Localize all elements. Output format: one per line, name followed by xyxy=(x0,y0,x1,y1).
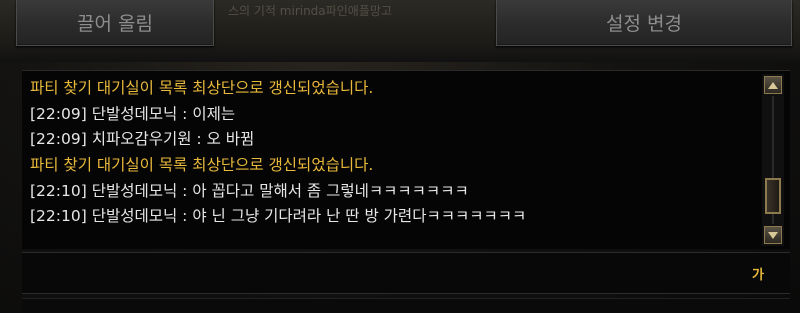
scroll-thumb[interactable] xyxy=(765,178,781,214)
chat-message: [22:09] 단발성데모닉 : 이제는 xyxy=(30,104,236,123)
chat-input[interactable] xyxy=(30,259,734,289)
bump-up-button[interactable]: 끌어 올림 xyxy=(16,0,214,46)
triangle-down-icon xyxy=(768,231,778,239)
chat-log[interactable]: 파티 찾기 대기실이 목록 최상단으로 갱신되었습니다. [22:09] 단발성데… xyxy=(30,76,758,244)
system-message: 파티 찾기 대기실이 목록 최상단으로 갱신되었습니다. xyxy=(30,156,374,175)
triangle-up-icon xyxy=(768,81,778,89)
chat-input-row: 가 xyxy=(22,252,790,294)
ime-mode-toggle[interactable]: 가 xyxy=(746,261,770,285)
panel-bottom-edge xyxy=(22,298,790,313)
world-overlay-text: 스의 기적 mirinda파인애플망고 xyxy=(228,4,392,18)
scroll-down-button[interactable] xyxy=(764,226,782,244)
chat-log-panel: 파티 찾기 대기실이 목록 최상단으로 갱신되었습니다. [22:09] 단발성데… xyxy=(22,70,790,249)
change-settings-button[interactable]: 설정 변경 xyxy=(496,0,792,46)
chat-message: [22:10] 단발성데모닉 : 아 꼽다고 말해서 좀 그렇네ㅋㅋㅋㅋㅋㅋㅋ xyxy=(30,181,469,200)
game-chat-window: 스의 기적 mirinda파인애플망고 끌어 올림 설정 변경 파티 찾기 대기… xyxy=(0,0,800,313)
system-message: 파티 찾기 대기실이 목록 최상단으로 갱신되었습니다. xyxy=(30,79,374,97)
game-world-backdrop: 스의 기적 mirinda파인애플망고 끌어 올림 설정 변경 xyxy=(0,0,800,62)
chat-message: [22:09] 치파오감우기원 : 오 바뀜 xyxy=(30,130,255,149)
chat-message: [22:10] 단발성데모닉 : 야 닌 그냥 기다려라 난 딴 방 가련다ㅋㅋ… xyxy=(30,207,527,226)
scroll-up-button[interactable] xyxy=(764,76,782,94)
chat-scrollbar[interactable] xyxy=(762,74,784,246)
